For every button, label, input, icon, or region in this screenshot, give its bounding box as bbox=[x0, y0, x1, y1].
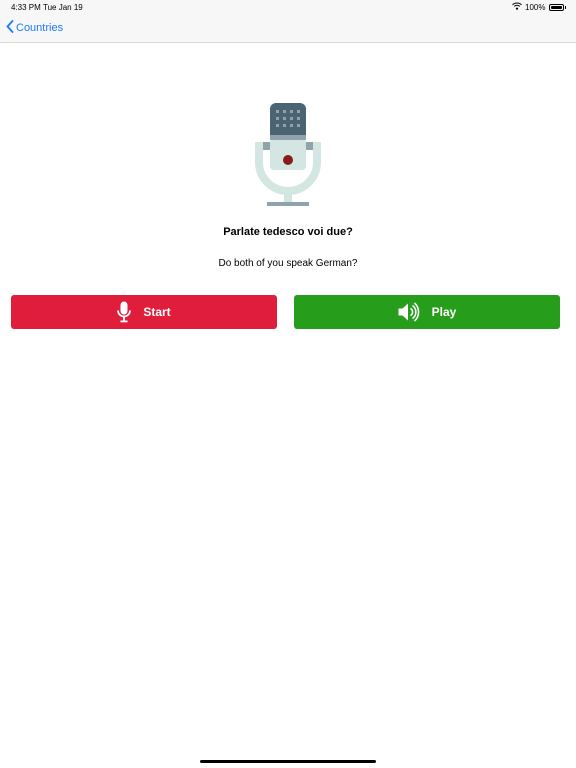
navigation-bar: Countries bbox=[0, 14, 576, 43]
home-indicator[interactable] bbox=[200, 760, 376, 763]
play-button[interactable]: Play bbox=[294, 295, 560, 329]
back-label: Countries bbox=[16, 22, 64, 34]
microphone-illustration bbox=[253, 100, 323, 213]
battery-nub bbox=[564, 5, 566, 9]
phrase-translation: Do both of you speak German? bbox=[218, 258, 358, 269]
battery-percent: 100% bbox=[525, 2, 546, 12]
start-label: Start bbox=[143, 305, 171, 319]
play-label: Play bbox=[431, 305, 457, 319]
speaker-icon bbox=[398, 302, 420, 322]
chevron-left-icon bbox=[6, 20, 16, 36]
phrase-title: Parlate tedesco voi due? bbox=[223, 226, 353, 238]
status-date: Tue Jan 19 bbox=[43, 3, 83, 12]
wifi-icon bbox=[512, 2, 522, 12]
battery-icon bbox=[548, 3, 564, 11]
status-bar: 4:33 PM Tue Jan 19 100% bbox=[0, 0, 576, 14]
status-time: 4:33 PM bbox=[11, 3, 41, 12]
status-right: 100% bbox=[512, 2, 566, 12]
back-button[interactable]: Countries bbox=[6, 20, 63, 36]
microphone-icon bbox=[117, 301, 132, 323]
start-button[interactable]: Start bbox=[11, 295, 277, 329]
